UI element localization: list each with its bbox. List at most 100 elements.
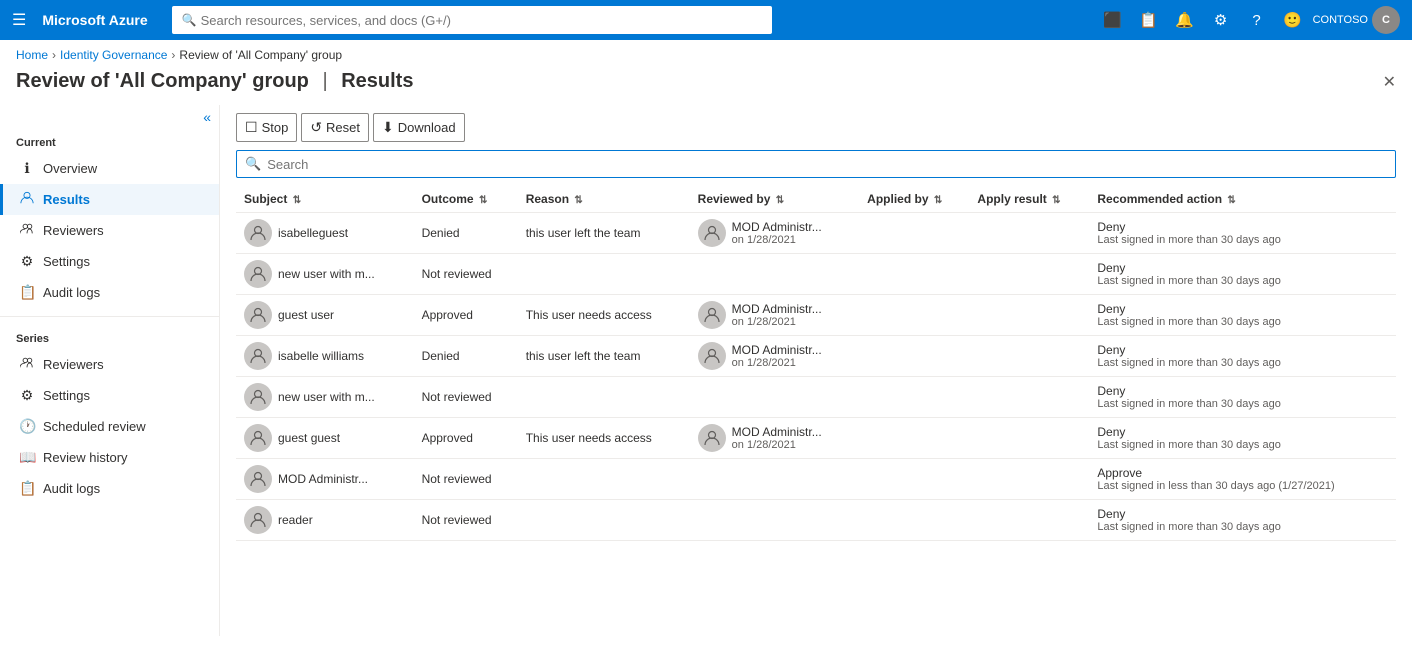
cell-recommended-action: Deny Last signed in more than 30 days ag… [1089,295,1396,336]
notification-icon[interactable]: 🔔 [1169,4,1201,36]
cell-recommended-action: Deny Last signed in more than 30 days ag… [1089,418,1396,459]
recommended-cell: Deny Last signed in more than 30 days ag… [1097,343,1388,369]
close-button[interactable]: ✕ [1383,72,1396,92]
sidebar-item-series-audit-logs[interactable]: 📋 Audit logs [0,473,219,504]
cell-recommended-action: Deny Last signed in more than 30 days ag… [1089,213,1396,254]
recommended-cell: Deny Last signed in more than 30 days ag… [1097,507,1388,533]
avatar[interactable]: C [1372,6,1400,34]
cloud-shell-icon[interactable]: ⬛ [1097,4,1129,36]
cell-outcome: Approved [414,295,518,336]
col-subject[interactable]: Subject ⇅ [236,186,414,213]
user-avatar [244,260,272,288]
settings-icon[interactable]: ⚙ [1205,4,1237,36]
col-outcome[interactable]: Outcome ⇅ [414,186,518,213]
user-cell: isabelle williams [244,342,406,370]
breadcrumb-current: Review of 'All Company' group [179,48,342,62]
reviewer-avatar [698,301,726,329]
user-name: new user with m... [278,267,375,281]
sidebar-item-overview[interactable]: ℹ Overview [0,153,219,184]
cell-subject: guest user [236,295,414,336]
reset-button[interactable]: ↺ Reset [301,113,369,142]
sidebar-collapse-button[interactable]: « [203,109,211,125]
breadcrumb-home[interactable]: Home [16,48,48,62]
toolbar: ☐ Stop ↺ Reset ⬇ Download [236,105,1396,150]
download-button[interactable]: ⬇ Download [373,113,465,142]
cell-outcome: Not reviewed [414,459,518,500]
stop-icon: ☐ [245,119,258,136]
search-input[interactable] [267,157,1387,172]
reviewed-by-cell: MOD Administr... on 1/28/2021 [698,219,852,247]
user-cell: new user with m... [244,383,406,411]
sidebar-item-results[interactable]: Results [0,184,219,215]
sidebar-item-review-history[interactable]: 📖 Review history [0,442,219,473]
results-table: Subject ⇅ Outcome ⇅ Reason ⇅ Reviewed by… [236,186,1396,541]
recommended-action-detail: Last signed in more than 30 days ago [1097,357,1388,369]
search-box[interactable]: 🔍 [236,150,1396,178]
directory-icon[interactable]: 📋 [1133,4,1165,36]
review-date: on 1/28/2021 [732,316,822,328]
help-icon[interactable]: ? [1241,4,1273,36]
page-title: Review of 'All Company' group | Results [16,70,413,93]
table-row: isabelleguest Deniedthis user left the t… [236,213,1396,254]
sidebar: « Current ℹ Overview Results Reviewers ⚙… [0,105,220,636]
recommended-action-label: Deny [1097,302,1388,316]
download-icon: ⬇ [382,119,394,136]
col-apply-result[interactable]: Apply result ⇅ [969,186,1089,213]
sidebar-item-scheduled-review[interactable]: 🕐 Scheduled review [0,411,219,442]
table-body: isabelleguest Deniedthis user left the t… [236,213,1396,541]
reviewed-by-cell: MOD Administr... on 1/28/2021 [698,301,852,329]
user-cell: new user with m... [244,260,406,288]
sidebar-item-audit-logs[interactable]: 📋 Audit logs [0,277,219,308]
breadcrumb-identity-governance[interactable]: Identity Governance [60,48,167,62]
col-reviewed-by[interactable]: Reviewed by ⇅ [690,186,860,213]
user-cell: reader [244,506,406,534]
sidebar-label-series-reviewers: Reviewers [43,357,104,372]
cell-outcome: Not reviewed [414,500,518,541]
series-settings-icon: ⚙ [19,387,35,404]
table-row: guest guest ApprovedThis user needs acce… [236,418,1396,459]
settings-sidebar-icon: ⚙ [19,253,35,270]
cell-reviewed-by: MOD Administr... on 1/28/2021 [690,213,860,254]
cell-applied-by [859,500,969,541]
stop-label: Stop [262,120,289,135]
breadcrumb: Home › Identity Governance › Review of '… [0,40,1412,66]
reviewed-by-cell: MOD Administr... on 1/28/2021 [698,342,852,370]
cell-recommended-action: Deny Last signed in more than 30 days ag… [1089,254,1396,295]
page-title-sub: Results [341,70,413,92]
recommended-action-label: Approve [1097,466,1388,480]
col-recommended-action[interactable]: Recommended action ⇅ [1089,186,1396,213]
sidebar-label-review-history: Review history [43,450,128,465]
cell-apply-result [969,213,1089,254]
page-title-row: Review of 'All Company' group | Results … [0,66,1412,105]
review-date: on 1/28/2021 [732,234,822,246]
global-search-bar[interactable]: 🔍 [172,6,772,34]
user-name: guest user [278,308,334,322]
cell-outcome: Not reviewed [414,254,518,295]
sidebar-section-current: Current [0,129,219,153]
cell-applied-by [859,254,969,295]
series-audit-logs-icon: 📋 [19,480,35,497]
sort-reviewed-icon: ⇅ [776,195,784,206]
audit-logs-icon: 📋 [19,284,35,301]
sidebar-label-scheduled-review: Scheduled review [43,419,146,434]
sidebar-item-reviewers[interactable]: Reviewers [0,215,219,246]
cell-apply-result [969,459,1089,500]
breadcrumb-sep-1: › [52,48,56,62]
recommended-cell: Approve Last signed in less than 30 days… [1097,466,1388,492]
feedback-icon[interactable]: 🙂 [1277,4,1309,36]
global-search-input[interactable] [201,13,762,28]
sidebar-item-settings[interactable]: ⚙ Settings [0,246,219,277]
user-avatar [244,465,272,493]
sidebar-item-series-reviewers[interactable]: Reviewers [0,349,219,380]
hamburger-menu[interactable]: ☰ [12,10,26,30]
col-reason[interactable]: Reason ⇅ [518,186,690,213]
reviewers-icon [19,222,35,239]
sidebar-label-reviewers: Reviewers [43,223,104,238]
col-applied-by[interactable]: Applied by ⇅ [859,186,969,213]
reviewer-avatar [698,219,726,247]
user-name: new user with m... [278,390,375,404]
stop-button[interactable]: ☐ Stop [236,113,297,142]
table-row: guest user ApprovedThis user needs acces… [236,295,1396,336]
sidebar-item-series-settings[interactable]: ⚙ Settings [0,380,219,411]
table-row: new user with m... Not reviewed Deny Las… [236,254,1396,295]
